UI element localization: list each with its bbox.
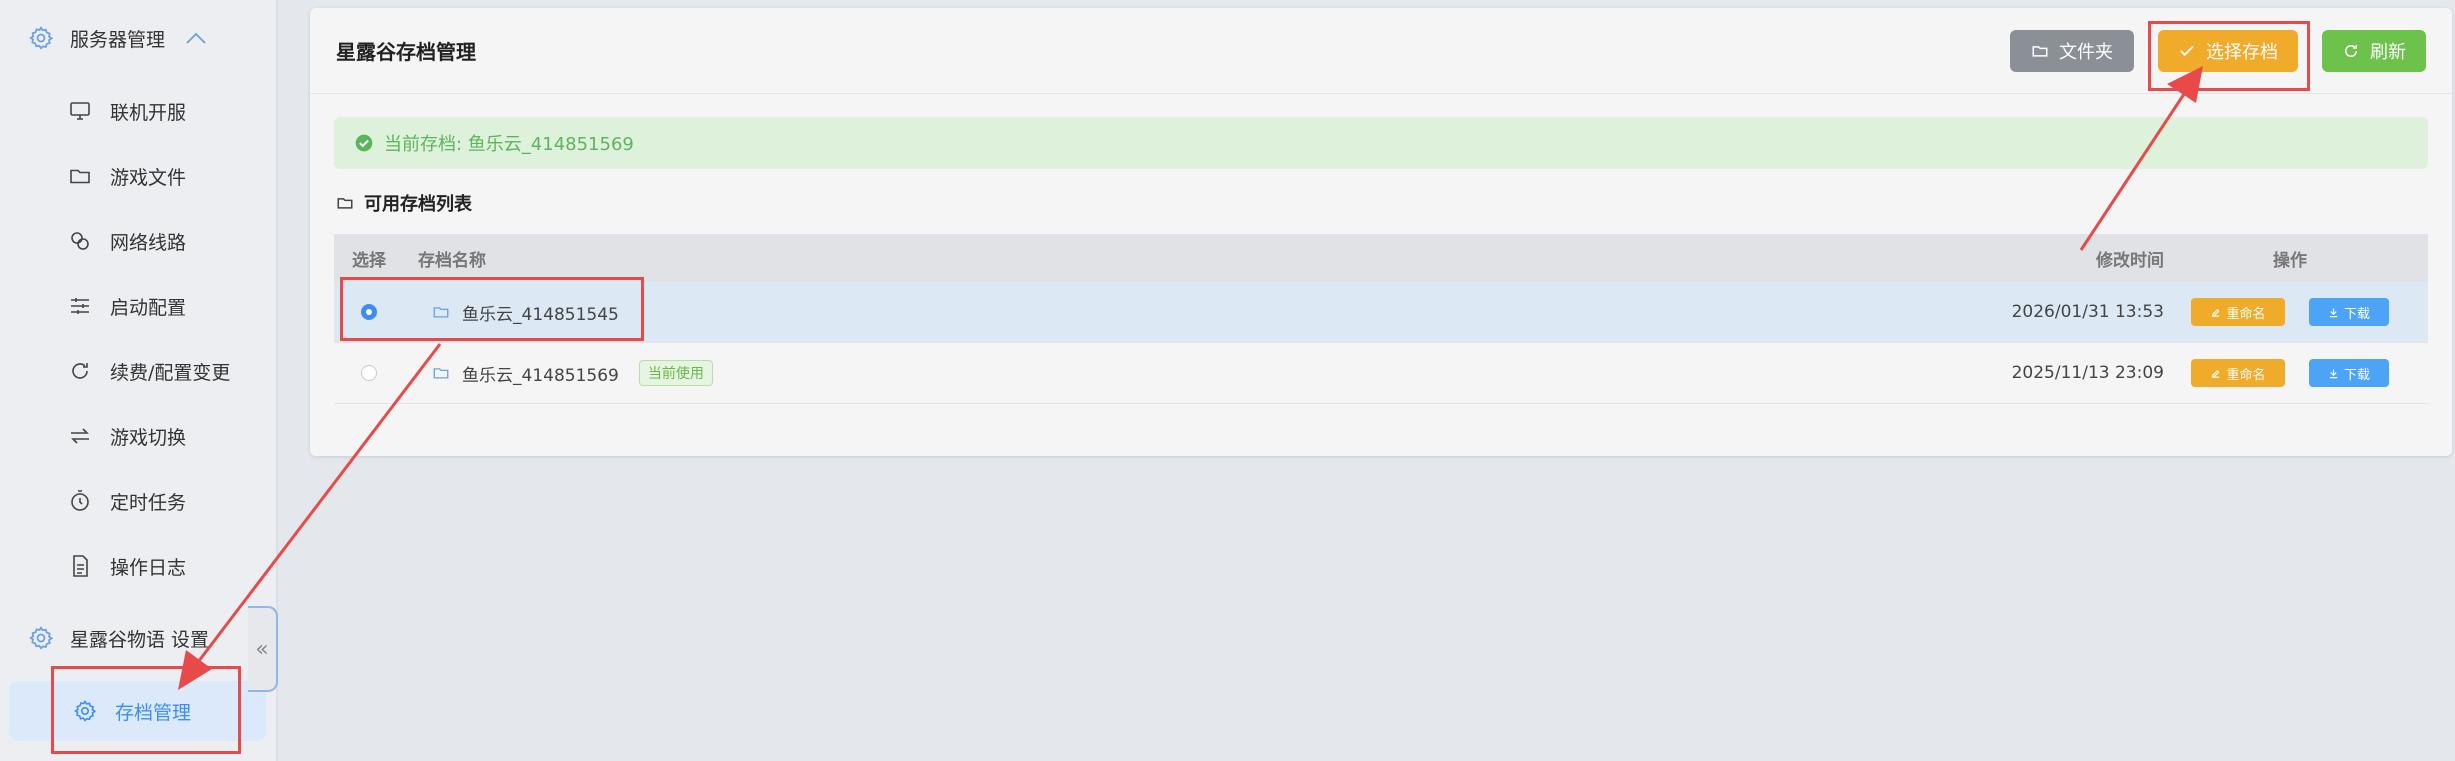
download-button[interactable]: 下载 [2309, 359, 2389, 387]
sidebar-collapse-button[interactable]: « [248, 606, 278, 692]
double-chevron-left-icon: « [255, 636, 269, 662]
sidebar-item-label: 联机开服 [110, 101, 187, 124]
sidebar-item-game-switch[interactable]: 游戏切换 [0, 406, 278, 466]
refresh-button[interactable]: 刷新 [2322, 29, 2426, 72]
folder-icon [337, 198, 353, 209]
save-management-card: 星露谷存档管理 文件夹 选择存档 刷新 当前存档: 鱼乐云_414851569 … [310, 8, 2452, 456]
save-table: 选择 存档名称 修改时间 操作 鱼乐云_414851545 2026/01/31… [334, 234, 2428, 404]
gear-icon [29, 626, 54, 650]
rename-button-label: 重命名 [2226, 306, 2266, 322]
download-button[interactable]: 下载 [2309, 298, 2389, 326]
refresh-icon [72, 363, 88, 379]
sidebar-item-label: 游戏切换 [110, 426, 187, 449]
download-icon [2329, 307, 2338, 317]
menu-group-server-label: 服务器管理 [70, 28, 166, 51]
save-list-title-label: 可用存档列表 [364, 194, 472, 215]
row-name-cell: 鱼乐云_414851569 当前使用 [418, 360, 713, 386]
sidebar-item-label: 启动配置 [110, 296, 187, 319]
current-use-badge: 当前使用 [638, 360, 713, 386]
sidebar-item-label: 操作日志 [110, 556, 187, 579]
annotation-box-select-button [2148, 21, 2310, 91]
sidebar-item-label: 续费/配置变更 [110, 361, 231, 384]
timer-icon [71, 490, 89, 511]
save-radio-button[interactable] [361, 365, 377, 381]
header-select: 选择 [352, 250, 386, 271]
row-ops-cell: 重命名 下载 [2180, 298, 2400, 326]
monitor-icon [70, 102, 90, 120]
download-button-label: 下载 [2343, 367, 2370, 383]
refresh-icon [2345, 44, 2357, 57]
folder-icon [2032, 45, 2048, 57]
chevron-up-icon [186, 32, 206, 44]
sidebar-item-operation-log[interactable]: 操作日志 [0, 536, 278, 596]
table-row[interactable]: 鱼乐云_414851569 当前使用 2025/11/13 23:09 重命名 … [334, 343, 2428, 404]
check-circle-icon [355, 134, 373, 152]
edit-icon [2212, 308, 2221, 317]
download-button-label: 下载 [2343, 306, 2370, 322]
table-header: 选择 存档名称 修改时间 操作 [334, 234, 2428, 282]
app-root: 服务器管理 联机开服 游戏文件 网络线路 启动配置 续费/配置变更 游戏切换 定… [0, 0, 2455, 761]
rename-button[interactable]: 重命名 [2191, 359, 2285, 387]
row-ops-cell: 重命名 下载 [2180, 359, 2400, 387]
header-time: 修改时间 [2096, 250, 2164, 271]
row-select-cell [334, 365, 404, 381]
gear-icon [29, 26, 54, 50]
document-icon [73, 555, 88, 577]
sidebar-item-label: 游戏文件 [110, 166, 187, 189]
rename-button-label: 重命名 [2226, 367, 2266, 383]
folder-icon [433, 368, 449, 379]
menu-group-stardew-label: 星露谷物语 设置 [70, 628, 210, 651]
save-name: 鱼乐云_414851569 [462, 365, 619, 386]
folder-button[interactable]: 文件夹 [2010, 29, 2134, 72]
save-list-title: 可用存档列表 [336, 190, 472, 216]
switch-icon [71, 428, 89, 444]
sidebar-item-startup-config[interactable]: 启动配置 [0, 276, 278, 336]
annotation-box-save-menu [51, 666, 241, 754]
refresh-button-label: 刷新 [2370, 41, 2406, 63]
table-row[interactable]: 鱼乐云_414851545 2026/01/31 13:53 重命名 下载 [334, 282, 2428, 343]
rename-button[interactable]: 重命名 [2191, 298, 2285, 326]
current-save-alert: 当前存档: 鱼乐云_414851569 [334, 117, 2428, 169]
sidebar-item-label: 定时任务 [110, 491, 187, 514]
download-icon [2329, 368, 2338, 378]
menu-group-server[interactable]: 服务器管理 [0, 8, 278, 68]
header-ops: 操作 [2273, 250, 2307, 271]
sidebar-item-online-server[interactable]: 联机开服 [0, 81, 278, 141]
current-save-text: 当前存档: 鱼乐云_414851569 [384, 134, 634, 155]
sliders-icon [71, 298, 89, 314]
edit-icon [2212, 369, 2221, 378]
sidebar-item-label: 网络线路 [110, 231, 187, 254]
save-modified-time: 2025/11/13 23:09 [2011, 363, 2164, 383]
card-header: 星露谷存档管理 文件夹 选择存档 刷新 [310, 8, 2452, 94]
menu-group-stardew[interactable]: 星露谷物语 设置 [0, 608, 278, 668]
sidebar: 服务器管理 联机开服 游戏文件 网络线路 启动配置 续费/配置变更 游戏切换 定… [0, 0, 278, 761]
network-icon [71, 232, 89, 250]
page-title: 星露谷存档管理 [336, 40, 476, 64]
header-name: 存档名称 [418, 250, 486, 271]
save-modified-time: 2026/01/31 13:53 [2011, 302, 2164, 322]
sidebar-item-scheduled-tasks[interactable]: 定时任务 [0, 471, 278, 531]
sidebar-item-game-files[interactable]: 游戏文件 [0, 146, 278, 206]
annotation-box-save-row [340, 277, 644, 341]
folder-button-label: 文件夹 [2059, 41, 2113, 63]
sidebar-item-network[interactable]: 网络线路 [0, 211, 278, 271]
sidebar-item-renewal[interactable]: 续费/配置变更 [0, 341, 278, 401]
folder-icon [70, 169, 90, 184]
